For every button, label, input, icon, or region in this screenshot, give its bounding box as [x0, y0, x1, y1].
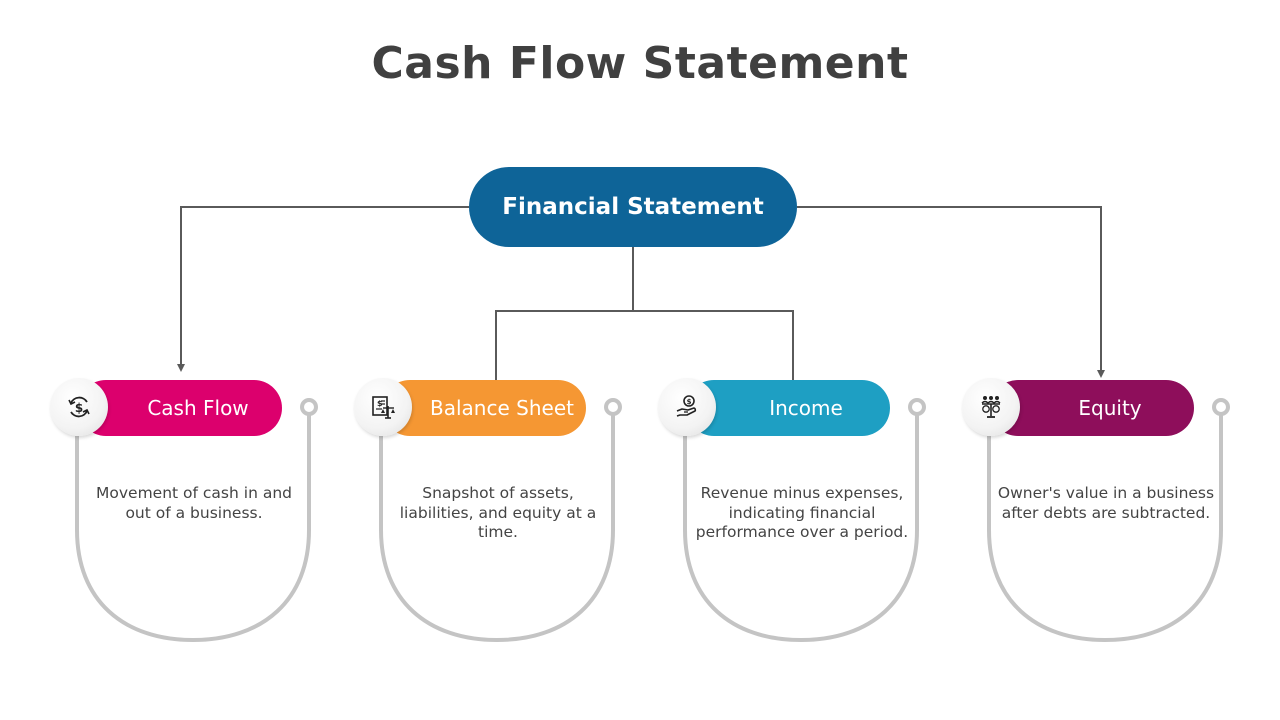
card-balance-sheet: $ Balance Sheet Snapshot of assets, liab… — [354, 378, 634, 650]
income-pill[interactable]: Income — [686, 380, 890, 436]
connector-right — [797, 206, 1105, 378]
income-label: Income — [769, 396, 843, 420]
balance-sheet-pill[interactable]: Balance Sheet — [382, 380, 586, 436]
card-income: $ Income Revenue minus expenses, indicat… — [658, 378, 938, 650]
connector-income — [633, 310, 794, 380]
balance-sheet-label: Balance Sheet — [430, 396, 574, 420]
cash-flow-pill[interactable]: Cash Flow — [78, 380, 282, 436]
equity-pill[interactable]: Equity — [990, 380, 1194, 436]
cash-flow-description: Movement of cash in and out of a busines… — [96, 484, 292, 522]
cash-flow-label: Cash Flow — [147, 396, 249, 420]
equity-label: Equity — [1078, 396, 1142, 420]
income-description: Revenue minus expenses, indicating finan… — [695, 484, 909, 541]
svg-text:$: $ — [75, 401, 83, 415]
hand-coin-icon: $ — [658, 378, 716, 436]
cash-cycle-icon: $ — [50, 378, 108, 436]
card-cash-flow: $ Cash Flow Movement of cash in and out … — [50, 378, 330, 650]
balance-sheet-description: Snapshot of assets, liabilities, and equ… — [399, 484, 597, 541]
financial-statement-node[interactable]: Financial Statement — [469, 167, 797, 247]
connector-left — [177, 206, 469, 372]
financial-statement-label: Financial Statement — [502, 194, 764, 220]
card-equity: Equity Owner's value in a business after… — [962, 378, 1242, 650]
connector-balance — [495, 310, 633, 380]
equity-description: Owner's value in a business after debts … — [997, 484, 1215, 522]
balance-document-icon: $ — [354, 378, 412, 436]
people-scale-icon — [962, 378, 1020, 436]
svg-text:$: $ — [687, 398, 692, 406]
